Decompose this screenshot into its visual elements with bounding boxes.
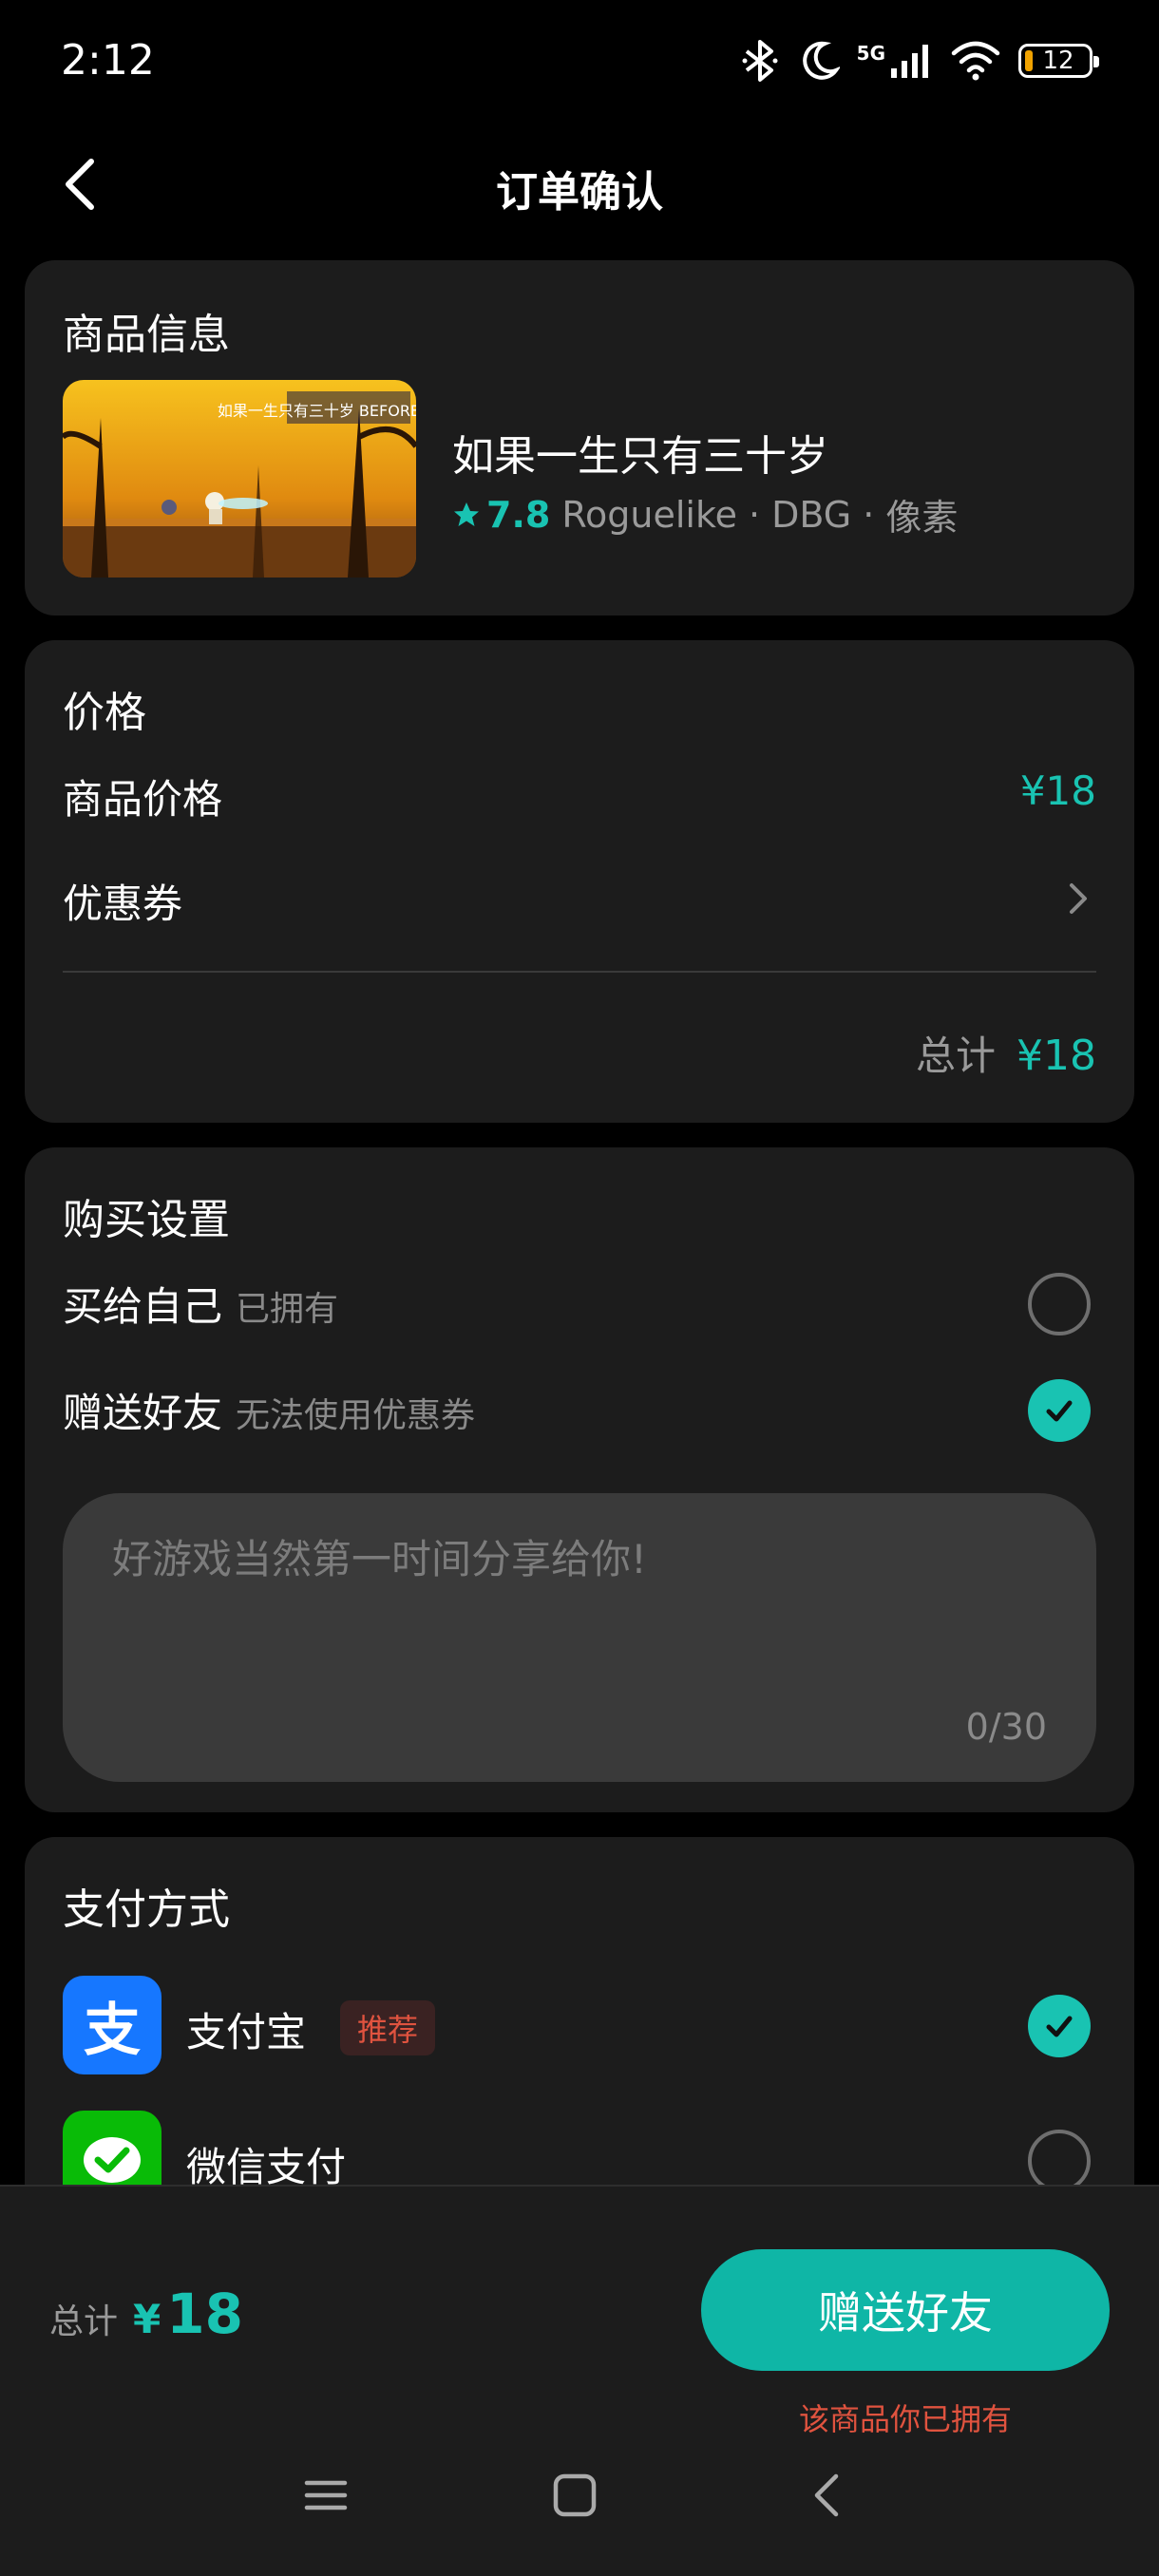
status-bar: 2:12 5G 12: [0, 0, 1159, 123]
already-owned-warning: 该商品你已拥有: [798, 2401, 1012, 2437]
moon-icon: [802, 41, 840, 80]
gift-radio-checked[interactable]: [1028, 1379, 1091, 1442]
gift-row: 赠送好友 无法使用优惠券: [63, 1381, 475, 1439]
bottom-total-label: 总计: [49, 2302, 119, 2341]
purchase-section-title: 购买设置: [63, 1196, 230, 1244]
game-tag: DBG: [771, 493, 852, 536]
home-square-icon: [553, 2473, 597, 2517]
alipay-option[interactable]: 支 支付宝 推荐: [25, 1974, 1134, 2078]
battery-icon: 12: [1018, 44, 1099, 78]
price-total: 总计 ¥18: [916, 1024, 1096, 1082]
owned-note: 已拥有: [236, 1290, 339, 1329]
status-icons: 5G 12: [739, 34, 1099, 87]
chevron-right-icon: [1070, 883, 1087, 914]
coupon-row[interactable]: 优惠券: [25, 840, 1134, 935]
menu-nav-button[interactable]: [302, 2472, 350, 2523]
coupon-label: 优惠券: [63, 881, 183, 927]
total-label: 总计: [916, 1032, 997, 1079]
bluetooth-icon: [742, 40, 778, 82]
wifi-icon: [951, 41, 1000, 81]
home-nav-button[interactable]: [551, 2472, 598, 2523]
gift-friend-button[interactable]: 赠送好友: [701, 2249, 1110, 2371]
payment-section-title: 支付方式: [63, 1885, 230, 1934]
alipay-icon: 支: [63, 1976, 162, 2074]
bottom-action-bar: 总计 ¥ 18 赠送好友 该商品你已拥有: [0, 2185, 1159, 2576]
item-price-label: 商品价格: [63, 776, 223, 823]
product-section-title: 商品信息: [63, 311, 230, 359]
total-value: ¥18: [1016, 1032, 1096, 1080]
gift-message-input[interactable]: 好游戏当然第一时间分享给你! 0/30: [63, 1493, 1096, 1782]
back-triangle-icon: [814, 2473, 839, 2517]
gift-label: 赠送好友: [63, 1390, 223, 1436]
wechat-radio[interactable]: [1028, 2130, 1091, 2192]
status-time: 2:12: [61, 36, 155, 85]
alipay-radio-checked[interactable]: [1028, 1995, 1091, 2057]
price-section-title: 价格: [63, 689, 146, 737]
currency-symbol: ¥: [133, 2296, 162, 2342]
battery-level: 12: [1042, 47, 1074, 75]
game-thumbnail[interactable]: 如果一生只有三十岁 BEFORE THIRTY: [63, 380, 416, 578]
system-nav-bar: [0, 2462, 1159, 2538]
game-name: 如果一生只有三十岁: [452, 432, 828, 481]
signal-icon: [891, 45, 928, 78]
signal-group: 5G: [857, 42, 933, 80]
buy-self-radio[interactable]: [1028, 1273, 1091, 1335]
nav-header: 订单确认: [0, 133, 1159, 237]
gift-friend-option[interactable]: 赠送好友 无法使用优惠券: [25, 1358, 1134, 1463]
recommend-badge: 推荐: [340, 2000, 436, 2055]
star-icon: [454, 502, 479, 526]
buy-self-row: 买给自己 已拥有: [63, 1275, 338, 1333]
purchase-settings-card: 购买设置 买给自己 已拥有 赠送好友 无法使用优惠券 好游戏当然第一时间分享给你…: [25, 1147, 1134, 1812]
item-price-value: ¥18: [1019, 767, 1096, 814]
wechat-check-icon: [84, 2137, 141, 2183]
tag-separator: ·: [863, 493, 875, 536]
rating-value: 7.8: [486, 493, 551, 536]
buy-self-label: 买给自己: [63, 1283, 223, 1330]
game-tag: 像素: [885, 497, 959, 539]
back-nav-button[interactable]: [804, 2472, 851, 2523]
buy-for-self-option[interactable]: 买给自己 已拥有: [25, 1252, 1134, 1356]
game-cover-image: 如果一生只有三十岁 BEFORE THIRTY: [63, 380, 416, 578]
game-meta: 7.8 Roguelike · DBG · 像素: [452, 488, 958, 540]
bottom-total: 总计 ¥ 18: [49, 2282, 243, 2346]
cover-logo-text: 如果一生只有三十岁 BEFORE THIRTY: [218, 402, 416, 420]
alipay-glyph: 支: [84, 1997, 141, 2064]
network-type: 5G: [856, 42, 885, 65]
message-placeholder: 好游戏当然第一时间分享给你!: [112, 1536, 647, 1582]
game-tag: Roguelike: [561, 493, 738, 536]
check-icon: [1046, 2016, 1073, 2037]
price-card: 价格 商品价格 ¥18 优惠券 总计 ¥18: [25, 640, 1134, 1123]
product-card: 商品信息 如果一生只有三十岁 BEFORE THIRTY 如果一生只有三十岁: [25, 260, 1134, 616]
bottom-total-amount: 18: [166, 2282, 243, 2346]
rating: 7.8: [452, 494, 550, 536]
alipay-label: 支付宝: [186, 2009, 307, 2055]
price-divider: [63, 971, 1096, 973]
menu-icon: [304, 2480, 348, 2510]
page-title: 订单确认: [496, 168, 663, 217]
no-coupon-note: 无法使用优惠券: [236, 1396, 476, 1435]
message-char-count: 0/30: [965, 1706, 1047, 1748]
tag-separator: ·: [749, 493, 761, 536]
check-icon: [1046, 1400, 1073, 1422]
